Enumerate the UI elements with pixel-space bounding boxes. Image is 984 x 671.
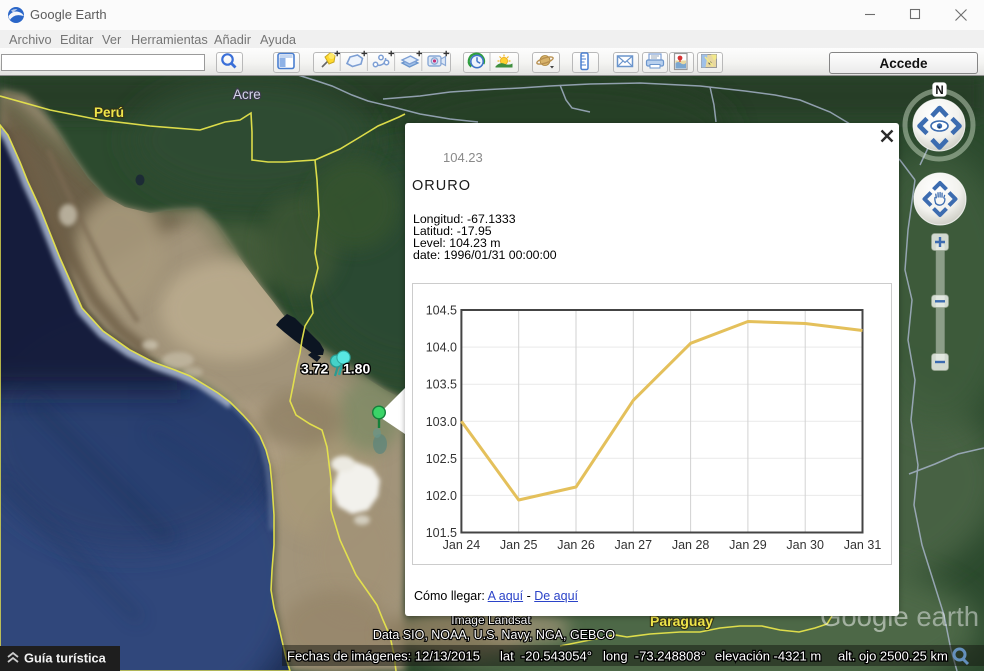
svg-text:Guía turística: Guía turística — [24, 651, 107, 666]
svg-text:Jan 25: Jan 25 — [500, 538, 538, 552]
svg-text:elevación -4321 m: elevación -4321 m — [715, 649, 821, 664]
svg-text:103.0: 103.0 — [426, 415, 457, 429]
svg-text:Perú: Perú — [94, 105, 124, 120]
svg-text:N: N — [935, 85, 943, 97]
svg-text:103.5: 103.5 — [426, 378, 457, 392]
svg-text:Jan 24: Jan 24 — [443, 538, 481, 552]
svg-text:102.5: 102.5 — [426, 452, 457, 466]
svg-text:Jan 31: Jan 31 — [844, 538, 882, 552]
svg-text:Acre: Acre — [233, 87, 261, 102]
svg-text:104.0: 104.0 — [426, 341, 457, 355]
svg-text:Jan 27: Jan 27 — [615, 538, 653, 552]
svg-text:long -73.248808°: long -73.248808° — [603, 649, 706, 664]
svg-text:Fechas de imágenes: 12/13/2015: Fechas de imágenes: 12/13/2015 — [287, 649, 480, 664]
svg-text:lat -20.543054°: lat -20.543054° — [500, 649, 592, 664]
svg-text:1.80: 1.80 — [343, 361, 370, 377]
svg-text:104.5: 104.5 — [426, 304, 457, 318]
svg-text:Jan 30: Jan 30 — [786, 538, 824, 552]
svg-text:Jan 28: Jan 28 — [672, 538, 710, 552]
svg-text:102.0: 102.0 — [426, 489, 457, 503]
svg-text:alt. ojo 2500.25 km: alt. ojo 2500.25 km — [838, 649, 948, 664]
svg-text:3.72: 3.72 — [301, 361, 328, 377]
svg-text:Data SIO, NOAA, U.S. Navy, NGA: Data SIO, NOAA, U.S. Navy, NGA, GEBCO — [373, 628, 615, 642]
svg-text:Jan 26: Jan 26 — [557, 538, 595, 552]
svg-text:Jan 29: Jan 29 — [729, 538, 767, 552]
